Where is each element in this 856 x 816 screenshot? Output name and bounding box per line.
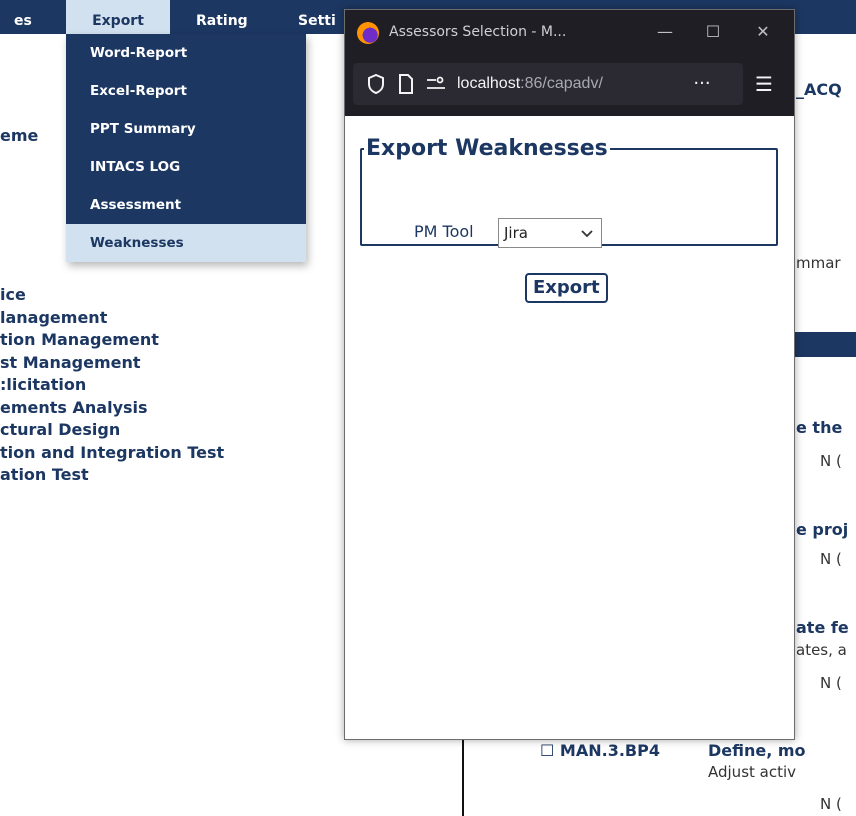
chevron-down-icon	[581, 219, 593, 247]
bp4-description: Adjust activ	[708, 763, 797, 781]
bp4-code[interactable]: ☐ MAN.3.BP4	[540, 741, 660, 760]
pm-tool-select[interactable]: Jira	[498, 218, 602, 248]
nav-item-settings[interactable]: Setti	[298, 0, 336, 34]
item-title: ate fe	[796, 618, 849, 637]
shield-icon[interactable]	[363, 63, 389, 105]
menu-item-weaknesses[interactable]: Weaknesses	[66, 224, 306, 262]
url-input[interactable]: localhost:86/capadv/ ···	[353, 63, 743, 105]
bp4-title: Define, mo	[708, 741, 806, 760]
export-weaknesses-fieldset: Export Weaknesses PM Tool Jira	[360, 136, 778, 248]
process-list-item[interactable]: :licitation	[0, 374, 224, 397]
process-list-item[interactable]: ements Analysis	[0, 397, 224, 420]
permissions-icon[interactable]	[423, 63, 449, 105]
menu-item-ppt-summary[interactable]: PPT Summary	[66, 110, 306, 148]
process-list: ice lanagement tion Management st Manage…	[0, 284, 224, 487]
url-path: :86/capadv/	[520, 75, 603, 92]
section-header-bar	[793, 332, 856, 357]
pm-tool-label: PM Tool	[414, 222, 474, 241]
url-host: localhost	[457, 75, 521, 92]
popup-content: Export Weaknesses PM Tool Jira Export	[345, 116, 794, 739]
pm-tool-selected-value: Jira	[504, 224, 528, 242]
rating-value[interactable]: N (	[820, 674, 842, 692]
export-dropdown-menu: Word-Report Excel-Report PPT Summary INT…	[66, 34, 306, 262]
process-list-item[interactable]: st Management	[0, 352, 224, 375]
maximize-icon[interactable]: ☐	[693, 10, 733, 54]
window-titlebar[interactable]: Assessors Selection - M... — ☐ ✕	[345, 10, 794, 54]
process-list-item[interactable]: ation Test	[0, 464, 224, 487]
menu-item-assessment[interactable]: Assessment	[66, 186, 306, 224]
summary-fragment: mmar	[796, 254, 841, 272]
nav-item-rating[interactable]: Rating	[196, 0, 248, 34]
acq-label: _ACQ	[796, 80, 842, 99]
fieldset-legend: Export Weaknesses	[366, 136, 608, 161]
rating-value[interactable]: N (	[820, 452, 842, 470]
close-icon[interactable]: ✕	[743, 10, 783, 54]
menu-item-intacs-log[interactable]: INTACS LOG	[66, 148, 306, 186]
process-list-item[interactable]: tion and Integration Test	[0, 442, 224, 465]
window-title: Assessors Selection - M...	[389, 24, 567, 40]
rating-value[interactable]: N (	[820, 550, 842, 568]
nav-item-export[interactable]: Export	[66, 0, 170, 34]
rating-value[interactable]: N (	[820, 795, 842, 813]
url-text[interactable]: localhost:86/capadv/	[457, 63, 682, 105]
hamburger-menu-icon[interactable]: ☰	[743, 63, 785, 105]
left-fragment-text: eme	[0, 126, 39, 145]
item-title: e the	[796, 418, 843, 437]
column-divider	[462, 740, 464, 816]
firefox-icon	[357, 22, 379, 44]
nav-item-es[interactable]: es	[14, 0, 32, 34]
process-list-item[interactable]: ice	[0, 284, 224, 307]
menu-item-excel-report[interactable]: Excel-Report	[66, 72, 306, 110]
page-icon[interactable]	[393, 63, 419, 105]
export-button[interactable]: Export	[525, 273, 608, 303]
more-options-icon[interactable]: ···	[687, 63, 717, 105]
minimize-icon[interactable]: —	[645, 10, 685, 54]
process-list-item[interactable]: lanagement	[0, 307, 224, 330]
process-list-item[interactable]: tion Management	[0, 329, 224, 352]
assessors-selection-popup: Assessors Selection - M... — ☐ ✕ localho…	[344, 9, 795, 740]
process-list-item[interactable]: ctural Design	[0, 419, 224, 442]
menu-item-word-report[interactable]: Word-Report	[66, 34, 306, 72]
item-description: ates, a	[796, 641, 847, 659]
address-bar-area: localhost:86/capadv/ ··· ☰	[345, 54, 794, 116]
item-title: e proj	[796, 520, 849, 539]
